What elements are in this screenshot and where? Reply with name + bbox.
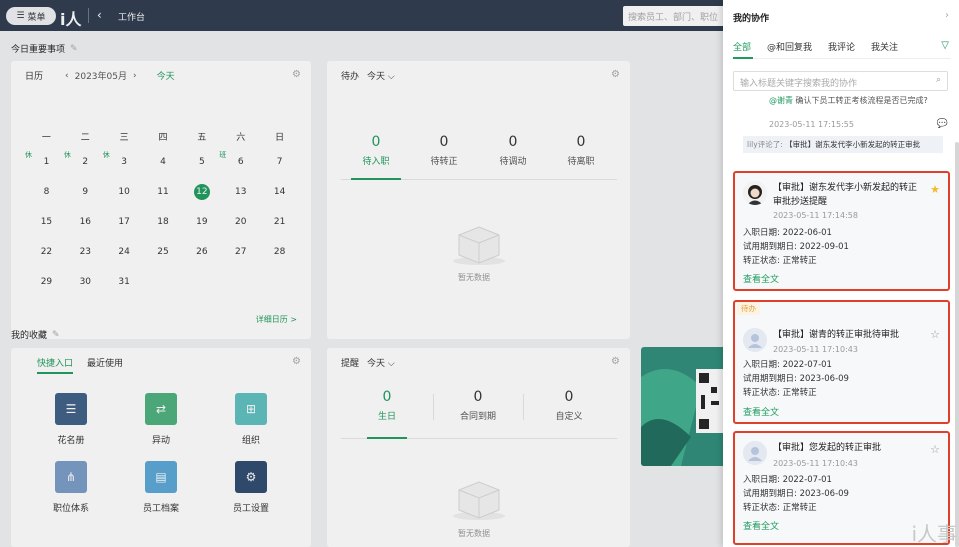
tab-all[interactable]: 全部 xyxy=(733,40,751,53)
feed-field: 入职日期: 2022-07-01 xyxy=(743,360,832,370)
feed-field: 转正状态: 正常转正 xyxy=(743,388,817,398)
feed-time: 2023-05-11 17:10:43 xyxy=(773,459,858,468)
view-full-link[interactable]: 查看全文 xyxy=(743,272,779,285)
previous-feed-item[interactable]: @谢青 确认下员工转正考核流程是否已完成? 2023-05-11 17:15:5… xyxy=(733,95,948,162)
feed-field: 入职日期: 2022-07-01 xyxy=(743,475,832,485)
search-placeholder: 输入标题关键字搜索我的协作 xyxy=(740,79,858,89)
user-photo-icon xyxy=(743,181,767,205)
avatar xyxy=(743,181,767,205)
feed-field: 转正状态: 正常转正 xyxy=(743,503,817,513)
tab-mention-reply[interactable]: @和回复我 xyxy=(767,40,812,53)
view-full-link[interactable]: 查看全文 xyxy=(743,405,779,418)
feed-field: 试用期到期日: 2023-06-09 xyxy=(743,374,849,384)
avatar xyxy=(743,441,767,465)
feed-card[interactable]: 【审批】谢东发代李小新发起的转正审批抄送提醒 2023-05-11 17:14:… xyxy=(733,171,950,291)
user-avatar-icon xyxy=(743,441,767,465)
prev-time: 2023-05-11 17:15:55 xyxy=(769,120,854,129)
view-full-link[interactable]: 查看全文 xyxy=(743,519,779,532)
watermark-logo: i人事 xyxy=(911,522,957,546)
star-filled-icon[interactable]: ★ xyxy=(930,183,940,196)
todo-badge: 待办 xyxy=(737,302,760,315)
divider xyxy=(731,58,951,59)
active-tab-indicator xyxy=(733,57,753,59)
prev-content: @谢青 确认下员工转正考核流程是否已完成? xyxy=(769,95,939,107)
prev-text: 确认下员工转正考核流程是否已完成? xyxy=(795,96,928,105)
comment-user: lily评论了: xyxy=(747,140,783,149)
feed-field: 转正状态: 正常转正 xyxy=(743,256,817,266)
feed-field: 试用期到期日: 2022-09-01 xyxy=(743,242,849,252)
tab-my-comments[interactable]: 我评论 xyxy=(828,40,855,53)
comment-icon[interactable]: 💬 xyxy=(937,119,948,129)
feed-time: 2023-05-11 17:14:58 xyxy=(773,211,858,220)
feed-title: 【审批】谢东发代李小新发起的转正审批抄送提醒 xyxy=(773,183,918,207)
feed-field: 入职日期: 2022-06-01 xyxy=(743,228,832,238)
avatar xyxy=(743,328,767,352)
mention: @谢青 xyxy=(769,96,793,105)
filter-icon[interactable]: ▽ xyxy=(941,40,949,51)
scrollbar[interactable] xyxy=(955,142,959,547)
collaboration-panel: 我的协作 › 全部 @和回复我 我评论 我关注 ▽ 输入标题关键字搜索我的协作 ⌕… xyxy=(723,0,959,547)
modal-overlay[interactable] xyxy=(0,0,723,547)
panel-tabs: 全部 @和回复我 我评论 我关注 xyxy=(733,40,898,53)
star-outline-icon[interactable]: ☆ xyxy=(930,328,940,341)
comment-quote: lily评论了: 【审批】谢东发代李小新发起的转正审批 xyxy=(743,136,943,153)
search-icon: ⌕ xyxy=(935,75,941,85)
feed-time: 2023-05-11 17:10:43 xyxy=(773,345,858,354)
tab-following[interactable]: 我关注 xyxy=(871,40,898,53)
feed-title: 【审批】您发起的转正审批 xyxy=(773,443,882,453)
feed-title: 【审批】谢青的转正审批待审批 xyxy=(773,330,900,340)
collab-search-input[interactable]: 输入标题关键字搜索我的协作 ⌕ xyxy=(733,71,948,91)
feed-field: 试用期到期日: 2023-06-09 xyxy=(743,489,849,499)
star-outline-icon[interactable]: ☆ xyxy=(930,443,940,456)
user-avatar-icon xyxy=(743,328,767,352)
feed-card[interactable]: 待办 【审批】谢青的转正审批待审批 2023-05-11 17:10:43 ☆ … xyxy=(733,300,950,424)
chevron-right-icon[interactable]: › xyxy=(945,10,949,21)
comment-text: 【审批】谢东发代李小新发起的转正审批 xyxy=(785,140,921,149)
panel-title: 我的协作 xyxy=(733,14,770,24)
